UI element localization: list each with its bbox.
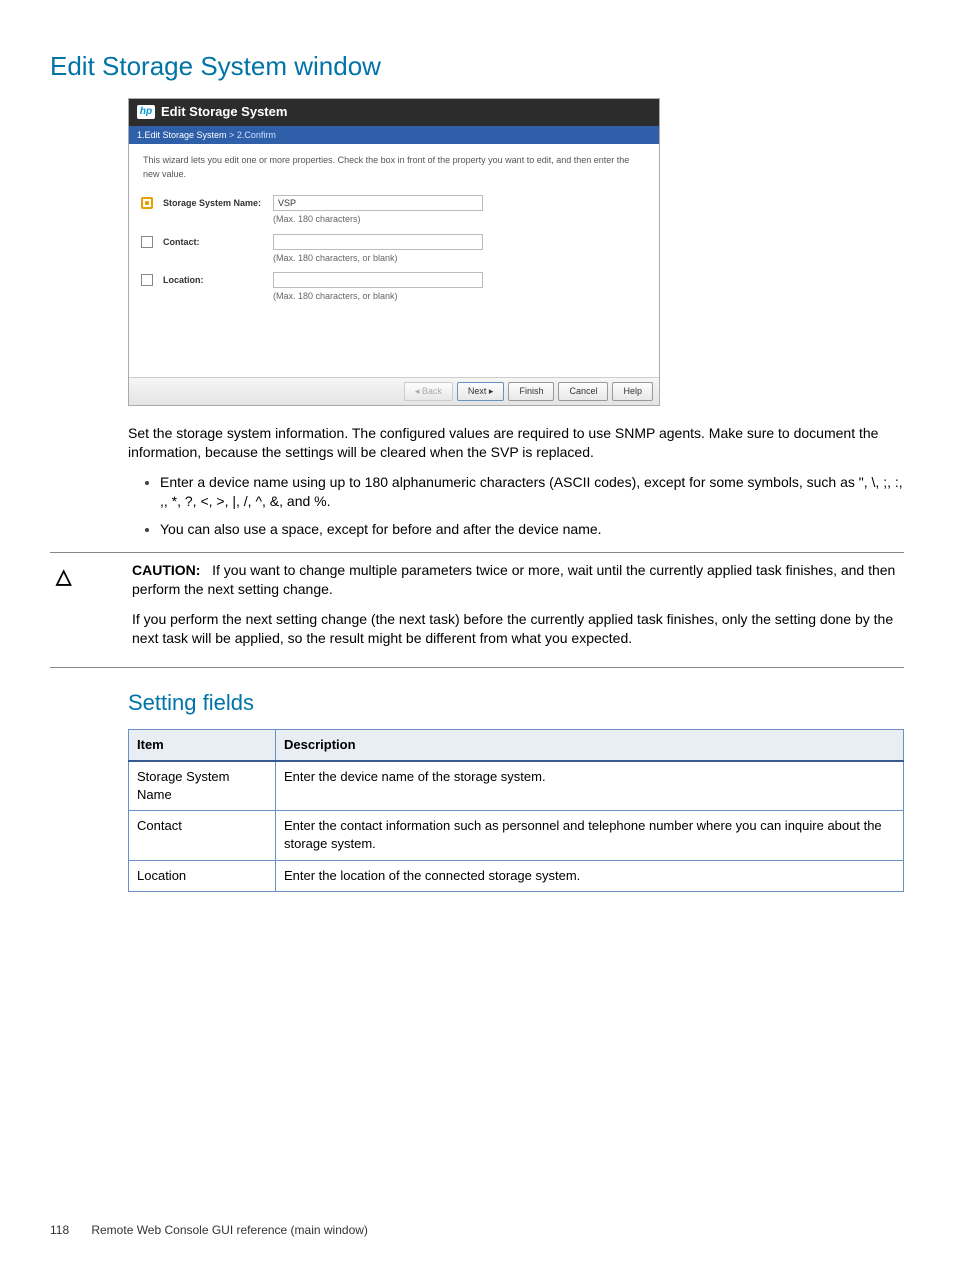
- back-button[interactable]: ◂ Back: [404, 382, 453, 401]
- help-button[interactable]: Help: [612, 382, 653, 401]
- caution-text-1: If you want to change multiple parameter…: [132, 562, 895, 598]
- dialog-titlebar: hp Edit Storage System: [129, 99, 659, 125]
- finish-button[interactable]: Finish: [508, 382, 554, 401]
- crumb-step-1: 1.Edit Storage System: [137, 130, 227, 140]
- list-item: Enter a device name using up to 180 alph…: [160, 473, 904, 512]
- table-row: Storage System Name Enter the device nam…: [129, 761, 904, 811]
- hint-location: (Max. 180 characters, or blank): [273, 290, 647, 303]
- col-item: Item: [129, 729, 276, 761]
- label-storage-system-name: Storage System Name:: [163, 195, 273, 210]
- table-row: Location Enter the location of the conne…: [129, 860, 904, 891]
- list-item: You can also use a space, except for bef…: [160, 520, 904, 540]
- cancel-button[interactable]: Cancel: [558, 382, 608, 401]
- wizard-breadcrumb: 1.Edit Storage System > 2.Confirm: [129, 126, 659, 145]
- footer-text: Remote Web Console GUI reference (main w…: [91, 1223, 368, 1237]
- field-contact: Contact: (Max. 180 characters, or blank): [139, 230, 649, 269]
- cell-desc: Enter the contact information such as pe…: [276, 811, 904, 860]
- next-button[interactable]: Next ▸: [457, 382, 505, 401]
- caution-label: CAUTION:: [132, 562, 200, 578]
- page-number: 118: [50, 1222, 88, 1239]
- checkbox-location[interactable]: [141, 274, 153, 286]
- checkbox-contact[interactable]: [141, 236, 153, 248]
- field-location: Location: (Max. 180 characters, or blank…: [139, 268, 649, 307]
- page-title: Edit Storage System window: [50, 48, 904, 84]
- dialog-title: Edit Storage System: [161, 103, 287, 121]
- subsection-title: Setting fields: [128, 688, 904, 719]
- hint-contact: (Max. 180 characters, or blank): [273, 252, 647, 265]
- col-description: Description: [276, 729, 904, 761]
- page-footer: 118 Remote Web Console GUI reference (ma…: [50, 1222, 904, 1239]
- caution-block: △ CAUTION: If you want to change multipl…: [50, 552, 904, 668]
- cell-item: Storage System Name: [129, 761, 276, 811]
- dialog-description: This wizard lets you edit one or more pr…: [129, 144, 659, 187]
- caution-icon: △: [50, 561, 106, 591]
- restrictions-list: Enter a device name using up to 180 alph…: [128, 473, 904, 540]
- crumb-separator: >: [229, 130, 234, 140]
- input-location[interactable]: [273, 272, 483, 288]
- caution-p2: If you perform the next setting change (…: [132, 610, 904, 649]
- cell-desc: Enter the device name of the storage sys…: [276, 761, 904, 811]
- label-location: Location:: [163, 272, 273, 287]
- label-contact: Contact:: [163, 234, 273, 249]
- edit-storage-dialog: hp Edit Storage System 1.Edit Storage Sy…: [128, 98, 660, 405]
- checkbox-storage-system-name[interactable]: [141, 197, 153, 209]
- hint-storage-system-name: (Max. 180 characters): [273, 213, 647, 226]
- field-storage-system-name: Storage System Name: VSP (Max. 180 chara…: [139, 191, 649, 230]
- cell-item: Contact: [129, 811, 276, 860]
- cell-item: Location: [129, 860, 276, 891]
- input-contact[interactable]: [273, 234, 483, 250]
- table-row: Contact Enter the contact information su…: [129, 811, 904, 860]
- hp-logo-icon: hp: [137, 105, 155, 119]
- dialog-form: Storage System Name: VSP (Max. 180 chara…: [129, 187, 659, 377]
- cell-desc: Enter the location of the connected stor…: [276, 860, 904, 891]
- input-storage-system-name[interactable]: VSP: [273, 195, 483, 211]
- setting-fields-table: Item Description Storage System Name Ent…: [128, 729, 904, 892]
- dialog-footer: ◂ Back Next ▸ Finish Cancel Help: [129, 377, 659, 405]
- caution-p1: CAUTION: If you want to change multiple …: [132, 561, 904, 600]
- intro-paragraph: Set the storage system information. The …: [128, 424, 904, 463]
- crumb-step-2: 2.Confirm: [237, 130, 276, 140]
